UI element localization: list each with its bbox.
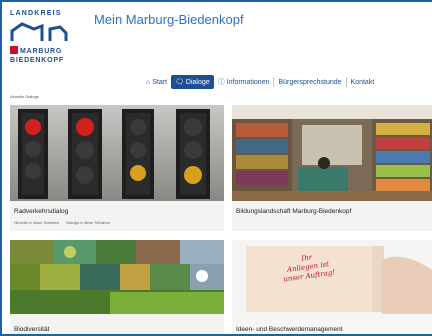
site-header: LANDKREIS MARBURG BIEDENKOPF Mein Marbur…	[2, 2, 432, 100]
nav-start[interactable]: ⌂ Start	[142, 76, 171, 89]
card-meta-posts: Beiträge in dieser Teilnahme	[66, 221, 111, 225]
logo-red-square-icon	[10, 46, 18, 54]
biodiversity-collage-image	[10, 240, 224, 314]
nav-informationen-label: Informationen	[226, 78, 270, 86]
info-icon: ⓘ	[217, 79, 225, 86]
logo-text-top: LANDKREIS	[10, 10, 62, 17]
card-meta: Hinweise in dieser Teilnahme Beiträge in…	[14, 221, 116, 225]
dialog-card-grid: Radverkehrsdialog Hinweise in dieser Tei…	[10, 105, 432, 334]
breadcrumb[interactable]: Aktuelle Dialoge	[10, 94, 39, 99]
card-title: Biodiversität	[14, 326, 50, 333]
logo-line-2: BIEDENKOPF	[10, 57, 64, 64]
nav-dialoge[interactable]: 🗨 Dialoge	[171, 75, 214, 89]
logo-mark-icon	[10, 22, 68, 41]
nav-informationen[interactable]: ⓘ Informationen	[214, 74, 274, 90]
nav-dialoge-label: Dialoge	[185, 78, 210, 86]
logo-text-bottom: MARBURG BIEDENKOPF	[10, 46, 84, 65]
nav-buergersprechstunde[interactable]: Bürgersprechstunde	[274, 76, 345, 89]
main-nav: ⌂ Start 🗨 Dialoge ⓘ Informationen Bürger…	[142, 74, 378, 90]
dialog-card-radverkehr[interactable]: Radverkehrsdialog Hinweise in dieser Tei…	[10, 105, 224, 231]
nav-kontakt-label: Kontakt	[350, 78, 375, 86]
dialog-card-bildungslandschaft[interactable]: Bildungslandschaft Marburg-Biedenkopf	[232, 105, 432, 231]
card-title: Radverkehrsdialog	[14, 208, 69, 215]
card-image-biodiversity	[10, 240, 224, 314]
library-image	[232, 105, 432, 201]
nav-start-label: Start	[152, 78, 168, 86]
browser-frame: LANDKREIS MARBURG BIEDENKOPF Mein Marbur…	[0, 0, 432, 336]
card-title: Bildungslandschaft Marburg-Biedenkopf	[236, 208, 352, 215]
dialog-card-biodiversitaet[interactable]: Biodiversität	[10, 240, 224, 334]
card-image-sticky-note: Ihr Anliegen ist unser Auftrag!	[232, 240, 432, 314]
nav-kontakt[interactable]: Kontakt	[347, 76, 379, 89]
home-icon: ⌂	[146, 78, 151, 86]
dialog-card-ideen-beschwerde[interactable]: Ihr Anliegen ist unser Auftrag! Ideen- u…	[232, 240, 432, 334]
nav-buergersprechstunde-label: Bürgersprechstunde	[278, 78, 342, 86]
site-logo[interactable]: LANDKREIS MARBURG BIEDENKOPF	[10, 10, 84, 65]
logo-line-1: MARBURG	[20, 48, 63, 55]
card-title: Ideen- und Beschwerdemanagement	[236, 326, 343, 333]
traffic-lights-image	[10, 105, 224, 201]
site-title[interactable]: Mein Marburg-Biedenkopf	[94, 12, 244, 27]
chat-icon: 🗨	[175, 79, 184, 86]
card-image-traffic-lights	[10, 105, 224, 201]
card-image-library	[232, 105, 432, 201]
card-meta-hints: Hinweise in dieser Teilnahme	[14, 221, 60, 225]
